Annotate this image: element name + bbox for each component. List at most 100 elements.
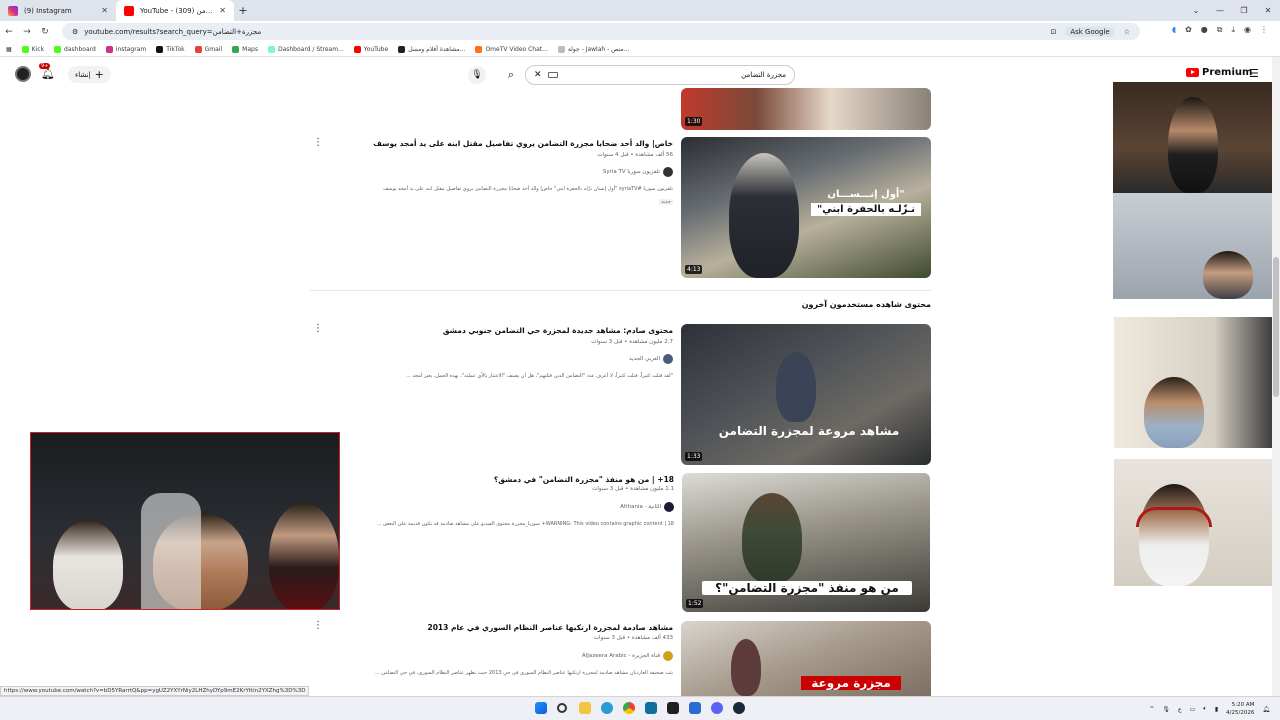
search-icon[interactable] (557, 703, 567, 713)
video-result[interactable]: مشاهد مروعة لمجزرة التضامن 1:33 محتوى صا… (380, 324, 931, 466)
video-description: تلفزيون سوريا #syriaTV "أول إنسان نزّله … (383, 186, 673, 192)
streamer-webcam (30, 432, 340, 610)
edge-icon[interactable] (601, 702, 613, 714)
channel-avatar[interactable] (663, 651, 673, 661)
channel-name[interactable]: الثانية - Althania (620, 502, 674, 512)
page-scrollbar[interactable] (1272, 57, 1280, 696)
keyboard-icon[interactable] (547, 72, 558, 78)
youtube-premium-logo[interactable]: Premium (1186, 67, 1252, 78)
app-icon[interactable] (645, 702, 657, 714)
windows-start-icon[interactable] (535, 702, 547, 714)
close-window-button[interactable]: ✕ (1256, 0, 1280, 21)
close-icon[interactable]: ✕ (219, 6, 226, 15)
apps-icon[interactable]: ▦ (6, 46, 12, 53)
voice-search-microphone-icon[interactable]: 🎙︎ (468, 66, 486, 84)
more-actions-icon[interactable]: ⋮ (313, 137, 323, 148)
extension-icon[interactable]: ● (1201, 25, 1208, 35)
video-thumbnail[interactable]: من هو منفذ "مجزرة التضامن"؟ 1:52 (682, 473, 930, 612)
maximize-button[interactable]: ❐ (1232, 0, 1256, 21)
clear-search-icon[interactable]: ✕ (534, 70, 542, 80)
tab-search-icon[interactable]: ⌄ (1184, 0, 1208, 21)
notifications-icon[interactable]: 🔔︎ (1262, 706, 1270, 713)
terminal-icon[interactable] (667, 702, 679, 714)
search-button-icon[interactable]: ⌕ (499, 65, 523, 85)
minimize-button[interactable]: — (1208, 0, 1232, 21)
bookmark-youtube[interactable]: YouTube (353, 45, 388, 53)
bookmark-dashboard[interactable]: dashboard (54, 45, 96, 53)
profile-avatar[interactable]: ◉ (1244, 25, 1251, 35)
bookmark-label: Maps (242, 45, 258, 53)
video-title[interactable]: محتوى صادم: مشاهد جديدة لمجزرة حي التضام… (443, 326, 673, 335)
channel-label: تلفزيون سوريا Syria TV (602, 169, 660, 175)
new-tab-button[interactable]: + (234, 4, 252, 17)
battery-icon[interactable]: ▮ (1215, 706, 1218, 713)
forward-button[interactable]: → (18, 27, 36, 37)
section-divider (310, 290, 931, 291)
bookmark-jawlah[interactable]: جولة - Jawlah - منص... (557, 45, 629, 53)
tab-youtube[interactable]: YouTube - مجزرة التضامن (309) ✕ (116, 0, 234, 21)
close-icon[interactable]: ✕ (101, 6, 108, 15)
channel-avatar[interactable] (663, 167, 673, 177)
video-thumbnail[interactable]: مشاهد مروعة لمجزرة التضامن 1:33 (681, 324, 931, 465)
extension-icon[interactable]: ✿ (1185, 25, 1192, 35)
thumbnail-caption: مجزرة مروعة (801, 676, 901, 690)
channel-name[interactable]: العربي الجديد (629, 354, 673, 364)
discord-icon[interactable] (711, 702, 723, 714)
bookmark-ometv[interactable]: OmeTV Video Chat... (475, 45, 548, 53)
channel-name[interactable]: قناة الجزيرة - AlJazeera Arabic (582, 651, 673, 661)
menu-icon[interactable]: ⋮ (1260, 25, 1268, 35)
channel-avatar[interactable] (664, 502, 674, 512)
address-bar[interactable]: ⚙ youtube.com/results?search_query=مجزرة… (62, 23, 1140, 40)
install-icon[interactable]: ⊡ (1050, 28, 1056, 36)
video-thumbnail[interactable]: "أول إنـــســـان نـزّلـه بالحفرة ابني" 4… (681, 137, 931, 278)
chrome-icon[interactable] (623, 702, 635, 714)
account-avatar[interactable] (15, 66, 31, 82)
volume-icon[interactable]: 🔈︎ (1203, 705, 1207, 713)
tab-instagram[interactable]: (9) Instagram ✕ (0, 0, 116, 21)
video-result[interactable]: "أول إنـــســـان نـزّلـه بالحفرة ابني" 4… (373, 137, 931, 279)
video-title[interactable]: خاص| والد أحد ضحايا مجزرة التضامن يروي ت… (373, 139, 673, 148)
bookmark-instagram[interactable]: instagram (105, 45, 146, 53)
microphone-icon[interactable]: 🎙︎ (1162, 706, 1170, 713)
chair-shape (141, 493, 201, 609)
reload-button[interactable]: ↻ (36, 27, 54, 37)
keyboard-language[interactable]: ع (1178, 706, 1182, 713)
back-button[interactable]: ← (0, 27, 18, 37)
bookmark-maps[interactable]: Maps (232, 45, 258, 53)
tray-overflow-icon[interactable]: ^ (1149, 706, 1154, 713)
video-title[interactable]: مشاهد صادمة لمجزرة ارتكبها عناصر النظام … (428, 623, 674, 632)
channel-avatar[interactable] (663, 354, 673, 364)
clock[interactable]: 5:20 AM 4/25/2026 (1226, 701, 1254, 717)
video-result[interactable]: من هو منفذ "مجزرة التضامن"؟ 1:52 18+ | م… (376, 473, 931, 613)
steam-icon[interactable] (733, 702, 745, 714)
bookmark-kick[interactable]: Kick (21, 45, 44, 53)
bookmark-gmail[interactable]: Gmail (194, 45, 222, 53)
channel-name[interactable]: تلفزيون سوريا Syria TV (603, 167, 673, 177)
scrollbar-thumb[interactable] (1273, 257, 1279, 397)
guide-menu-icon[interactable]: ☰ (1249, 67, 1259, 80)
create-button[interactable]: إنشاء + (68, 66, 111, 83)
kick-icon (54, 45, 62, 53)
streamlabs-icon (267, 45, 275, 53)
extension-icon[interactable]: ◖ (1172, 25, 1176, 35)
more-actions-icon[interactable]: ⋮ (313, 323, 323, 334)
video-result[interactable]: مجزرة مروعة مشاهد صادمة لمجزرة ارتكبها ع… (375, 621, 931, 696)
downloads-icon[interactable]: ⤓ (1231, 25, 1235, 35)
app-icon[interactable] (689, 702, 701, 714)
video-thumbnail[interactable]: 1:30 (681, 88, 931, 130)
video-title[interactable]: 18+ | من هو منفذ "مجزرة التضامن" في دمشق… (494, 475, 674, 484)
bookmark-tiktok[interactable]: TikTok (156, 45, 185, 53)
site-info-icon[interactable]: ⚙ (72, 28, 78, 36)
bookmark-star-icon[interactable]: ☆ (1124, 28, 1130, 36)
network-icon[interactable]: ▭ (1190, 706, 1196, 713)
person-figure (742, 493, 802, 583)
more-actions-icon[interactable]: ⋮ (313, 620, 323, 631)
file-explorer-icon[interactable] (579, 702, 591, 714)
channel-label: الثانية - Althania (620, 504, 661, 510)
extensions-puzzle-icon[interactable]: ⧉ (1217, 25, 1223, 35)
ask-google-button[interactable]: Ask Google (1065, 26, 1115, 37)
bookmark-streamlabs[interactable]: Dashboard / Stream... (267, 45, 344, 53)
video-thumbnail[interactable]: مجزرة مروعة (681, 621, 931, 696)
search-input[interactable]: ✕ مجزرة التضامن (525, 65, 795, 85)
bookmark-movies[interactable]: مشاهدة أفلام ومسل... (398, 45, 465, 53)
